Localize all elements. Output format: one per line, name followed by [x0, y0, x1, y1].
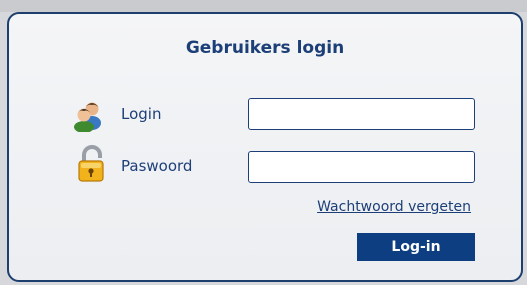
- forgot-password-link[interactable]: Wachtwoord vergeten: [317, 199, 471, 215]
- login-button[interactable]: Log-in: [357, 233, 475, 261]
- login-label: Login: [121, 105, 162, 123]
- login-panel: Gebruikers login Login Paswoord Wachtwoo…: [7, 12, 523, 282]
- password-input[interactable]: [248, 151, 475, 183]
- login-input[interactable]: [248, 98, 475, 130]
- top-bar: [0, 0, 527, 12]
- users-icon: [71, 96, 105, 133]
- padlock-icon: [75, 145, 109, 182]
- password-label: Paswoord: [121, 157, 193, 175]
- login-title: Gebruikers login: [185, 38, 345, 58]
